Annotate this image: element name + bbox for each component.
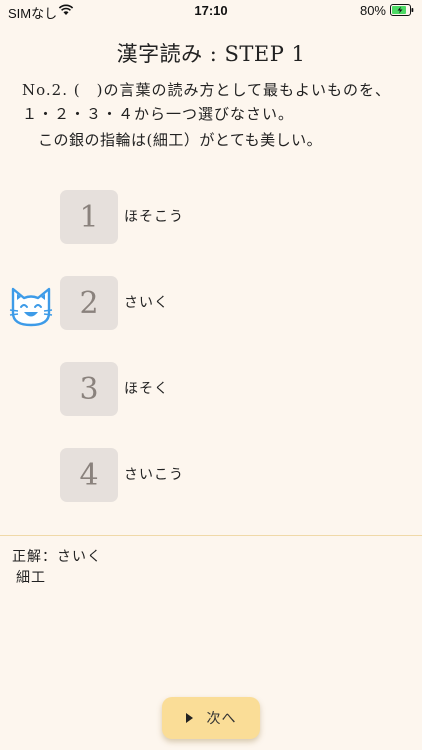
- play-icon: [185, 713, 193, 723]
- question-sentence: この銀の指輪は(細工）がとても美しい。: [38, 131, 323, 149]
- choice-2[interactable]: 2 さいく: [60, 276, 360, 332]
- divider: [0, 535, 422, 536]
- choice-reading[interactable]: さいく: [124, 292, 169, 312]
- choice-number-button[interactable]: 3: [60, 362, 118, 416]
- battery-percentage: 80%: [359, 3, 386, 18]
- choice-1[interactable]: 1 ほそこう: [60, 190, 360, 246]
- choice-number-button[interactable]: 1: [60, 190, 118, 244]
- choice-4[interactable]: 4 さいこう: [60, 448, 360, 504]
- choice-number-button[interactable]: 2: [60, 276, 118, 330]
- next-button-label: 次へ: [206, 711, 237, 727]
- cat-face-icon: [9, 287, 53, 327]
- screen-title: 漢字読み : STEP 1: [116, 42, 306, 66]
- choice-reading[interactable]: さいこう: [124, 464, 184, 484]
- choice-reading[interactable]: ほそく: [124, 378, 169, 398]
- next-button[interactable]: 次へ: [162, 697, 260, 739]
- choice-reading[interactable]: ほそこう: [124, 206, 184, 226]
- clock: 17:10: [194, 3, 228, 18]
- correct-answer: 正解：さいく: [12, 549, 102, 565]
- battery-icon: [390, 4, 414, 16]
- question-text: No.2. ( )の言葉の読み方として最もよいものを、１・２・３・４から一つ選び…: [22, 81, 391, 123]
- choice-number-button[interactable]: 4: [60, 448, 118, 502]
- status-bar: SIMなし 17:10 80%: [0, 0, 422, 22]
- choice-3[interactable]: 3 ほそく: [60, 362, 360, 418]
- answer-kanji: 細工: [16, 570, 46, 586]
